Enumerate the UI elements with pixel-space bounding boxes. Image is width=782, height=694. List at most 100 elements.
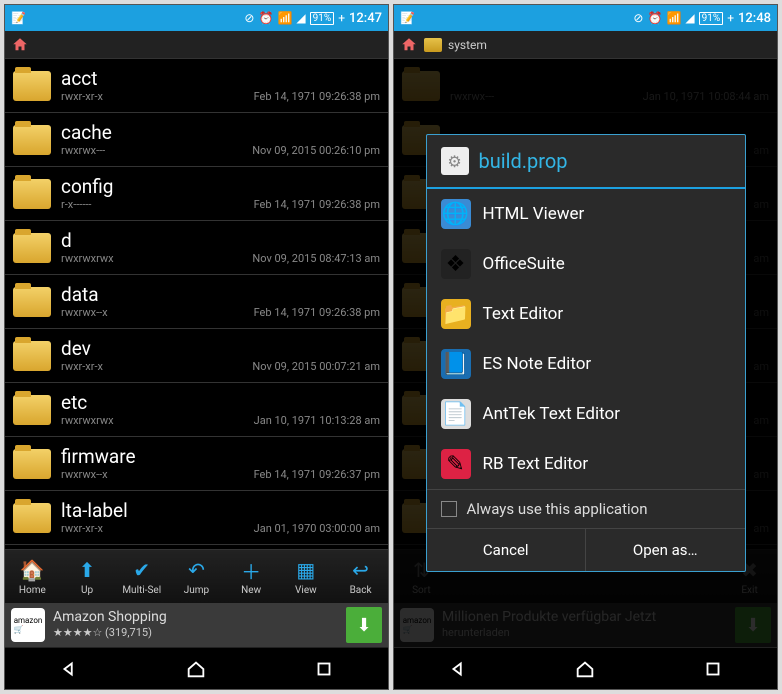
file-row[interactable]: dev rwxr-xr-x Nov 09, 2015 00:07:21 am <box>5 329 388 383</box>
file-name: dev <box>61 338 380 360</box>
file-permissions: rwxrwxrwx <box>61 252 114 265</box>
wifi-icon: 📶 <box>277 11 292 25</box>
breadcrumb[interactable] <box>5 31 388 59</box>
bottom-toolbar: 🏠 Home ⬆Up ✔ Multi-Sel ↶Jump＋New ▦ View ↩Back <box>5 549 388 603</box>
status-bar: 📝 ⊘ ⏰ 📶 ◢ 91% + 12:48 <box>394 5 777 31</box>
file-date: Feb 14, 1971 09:26:38 pm <box>254 90 380 103</box>
app-label: RB Text Editor <box>483 454 589 474</box>
toolbar-label: Home <box>19 585 46 596</box>
file-date: Nov 09, 2015 00:26:10 pm <box>252 144 380 157</box>
toolbar-new-button[interactable]: ＋New <box>226 557 276 596</box>
file-name: cache <box>61 122 380 144</box>
file-row[interactable]: lta-label rwxr-xr-xJan 01, 1970 03:00:00… <box>5 491 388 545</box>
toolbar-label: Jump <box>184 585 209 596</box>
file-date: Jan 10, 1971 10:13:28 am <box>254 414 380 427</box>
signal-icon: ◢ <box>685 11 694 25</box>
screenshot-right: 📝 ⊘ ⏰ 📶 ◢ 91% + 12:48 system rwxrwx---Ja… <box>393 4 778 690</box>
nav-bar <box>5 647 388 689</box>
app-option[interactable]: ✎ RB Text Editor <box>427 439 745 489</box>
alarm-icon: ⏰ <box>258 11 273 25</box>
no-icon: ⊘ <box>244 11 254 25</box>
file-name: data <box>61 284 380 306</box>
battery-plus-icon: + <box>727 11 734 25</box>
file-date: Jan 01, 1970 03:00:00 am <box>254 522 380 535</box>
file-date: Feb 14, 1971 09:26:38 pm <box>254 198 380 211</box>
folder-icon <box>13 179 51 209</box>
battery-icon: 91% <box>699 12 724 25</box>
toolbar-label: View <box>295 585 317 596</box>
nav-back-icon[interactable] <box>447 658 469 680</box>
gear-file-icon: ⚙ <box>441 147 469 175</box>
file-row[interactable]: cache rwxrwx---Nov 09, 2015 00:26:10 pm <box>5 113 388 167</box>
nav-back-icon[interactable] <box>58 658 80 680</box>
file-row[interactable]: d rwxrwxrwxNov 09, 2015 08:47:13 am <box>5 221 388 275</box>
folder-icon <box>13 395 51 425</box>
download-icon[interactable]: ⬇ <box>346 607 382 643</box>
ad-text: Amazon Shopping ★★★★☆ (319,715) <box>53 609 338 641</box>
folder-icon <box>13 503 51 533</box>
app-option[interactable]: 📘 ES Note Editor <box>427 339 745 389</box>
file-permissions: rwxrwx--x <box>61 468 108 481</box>
file-row[interactable]: acct rwxr-xr-xFeb 14, 1971 09:26:38 pm <box>5 59 388 113</box>
toolbar-multi-sel-button[interactable]: ✔ Multi-Sel <box>117 557 167 596</box>
toolbar-label: Up <box>81 585 93 596</box>
nav-recent-icon[interactable] <box>702 658 724 680</box>
toolbar-up-button[interactable]: ⬆Up <box>62 557 112 596</box>
signal-icon: ◢ <box>296 11 305 25</box>
app-option[interactable]: ❖ OfficeSuite <box>427 239 745 289</box>
cancel-button[interactable]: Cancel <box>427 529 587 571</box>
app-icon: 📁 <box>441 299 471 329</box>
nav-home-icon[interactable] <box>574 658 596 680</box>
file-name: config <box>61 176 380 198</box>
dialog-header: ⚙ build.prop <box>427 135 745 189</box>
file-row[interactable]: firmware rwxrwx--xFeb 14, 1971 09:26:37 … <box>5 437 388 491</box>
toolbar-label: Multi-Sel <box>122 585 161 596</box>
checkbox-icon[interactable] <box>441 501 457 517</box>
file-date: Feb 14, 1971 09:26:38 pm <box>254 306 380 319</box>
open-as-button[interactable]: Open as… <box>586 529 745 571</box>
app-icon: ✎ <box>441 449 471 479</box>
app-icon: 📘 <box>441 349 471 379</box>
no-icon: ⊘ <box>633 11 643 25</box>
file-name: lta-label <box>61 500 380 522</box>
app-label: OfficeSuite <box>483 254 565 274</box>
file-row[interactable]: etc rwxrwxrwxJan 10, 1971 10:13:28 am <box>5 383 388 437</box>
nav-home-icon[interactable] <box>185 658 207 680</box>
app-label: HTML Viewer <box>483 204 585 224</box>
app-label: AntTek Text Editor <box>483 404 621 424</box>
folder-icon <box>13 341 51 371</box>
file-name: d <box>61 230 380 252</box>
dialog-overlay: ⚙ build.prop 🌐 HTML Viewer❖ OfficeSuite📁… <box>394 59 777 647</box>
always-use-row[interactable]: Always use this application <box>427 489 745 528</box>
file-name: firmware <box>61 446 380 468</box>
app-indicator-icon: 📝 <box>11 11 26 25</box>
file-permissions: rwxr-xr-x <box>61 90 103 103</box>
app-option[interactable]: 📁 Text Editor <box>427 289 745 339</box>
toolbar-home-button[interactable]: 🏠 Home <box>7 557 57 596</box>
view-icon: ▦ <box>293 557 319 583</box>
toolbar-jump-button[interactable]: ↶Jump <box>171 557 221 596</box>
file-row[interactable]: config r-x------Feb 14, 1971 09:26:38 pm <box>5 167 388 221</box>
file-permissions: rwxr-xr-x <box>61 360 103 373</box>
app-option[interactable]: 🌐 HTML Viewer <box>427 189 745 239</box>
file-date: Nov 09, 2015 00:07:21 am <box>252 360 380 373</box>
alarm-icon: ⏰ <box>647 11 662 25</box>
nav-bar <box>394 647 777 689</box>
app-icon: 📄 <box>441 399 471 429</box>
home-icon <box>11 36 29 54</box>
ad-banner[interactable]: amazon🛒 Amazon Shopping ★★★★☆ (319,715) … <box>5 603 388 647</box>
app-option[interactable]: 📄 AntTek Text Editor <box>427 389 745 439</box>
always-use-label: Always use this application <box>467 500 648 518</box>
home-icon: 🏠 <box>19 557 45 583</box>
breadcrumb[interactable]: system <box>394 31 777 59</box>
nav-recent-icon[interactable] <box>313 658 335 680</box>
folder-icon <box>13 233 51 263</box>
app-icon: 🌐 <box>441 199 471 229</box>
app-icon: ❖ <box>441 249 471 279</box>
home-icon <box>400 36 418 54</box>
folder-icon <box>13 125 51 155</box>
toolbar-back-button[interactable]: ↩Back <box>336 557 386 596</box>
file-row[interactable]: data rwxrwx--xFeb 14, 1971 09:26:38 pm <box>5 275 388 329</box>
toolbar-view-button[interactable]: ▦ View <box>281 557 331 596</box>
multi-sel-icon: ✔ <box>129 557 155 583</box>
